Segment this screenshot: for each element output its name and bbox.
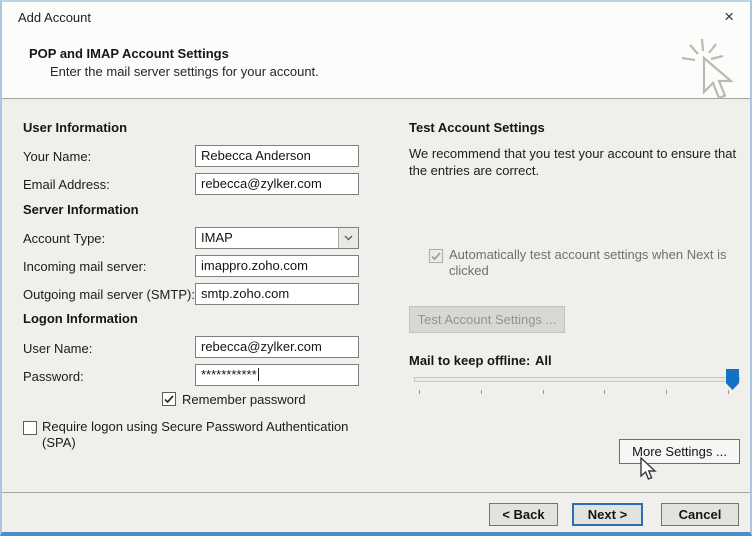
incoming-server-input[interactable]: imappro.zoho.com (195, 255, 359, 277)
click-cursor-icon (678, 38, 736, 104)
your-name-input[interactable]: Rebecca Anderson (195, 145, 359, 167)
mouse-cursor-icon (638, 457, 658, 483)
close-icon[interactable]: × (724, 7, 734, 27)
password-masked-value: *********** (201, 367, 257, 382)
text-caret (258, 368, 259, 381)
email-address-input[interactable]: rebecca@zylker.com (195, 173, 359, 195)
checkmark-icon (164, 395, 174, 404)
account-type-select[interactable]: IMAP (195, 227, 359, 249)
dropdown-button[interactable] (338, 228, 358, 248)
incoming-server-label: Incoming mail server: (23, 259, 147, 274)
password-label: Password: (23, 369, 84, 384)
title-bar: Add Account × (2, 2, 750, 32)
email-address-label: Email Address: (23, 177, 110, 192)
account-type-label: Account Type: (23, 231, 105, 246)
mail-offline-label: Mail to keep offline: (409, 353, 530, 368)
test-account-settings-button[interactable]: Test Account Settings ... (409, 306, 565, 333)
add-account-dialog: Add Account × POP and IMAP Account Setti… (0, 0, 752, 536)
cancel-button[interactable]: Cancel (661, 503, 739, 526)
slider-ticks (419, 390, 729, 394)
outgoing-server-label: Outgoing mail server (SMTP): (23, 287, 195, 302)
password-input[interactable]: *********** (195, 364, 359, 386)
remember-password-label: Remember password (182, 392, 306, 408)
auto-test-checkbox[interactable] (429, 249, 443, 263)
your-name-label: Your Name: (23, 149, 91, 164)
test-account-description: We recommend that you test your account … (409, 145, 749, 179)
back-button[interactable]: < Back (489, 503, 558, 526)
account-type-value: IMAP (201, 230, 233, 245)
window-title: Add Account (18, 10, 91, 25)
server-information-heading: Server Information (23, 202, 139, 217)
user-information-heading: User Information (23, 120, 127, 135)
page-title: POP and IMAP Account Settings (29, 46, 229, 61)
footer-divider (2, 492, 750, 493)
spa-checkbox[interactable] (23, 421, 37, 435)
test-account-settings-heading: Test Account Settings (409, 120, 545, 135)
next-button[interactable]: Next > (572, 503, 643, 526)
mail-offline-value: All (535, 353, 552, 368)
checkmark-icon (431, 252, 441, 261)
chevron-down-icon (344, 235, 353, 241)
auto-test-label: Automatically test account settings when… (449, 247, 731, 279)
outgoing-server-input[interactable]: smtp.zoho.com (195, 283, 359, 305)
spa-label: Require logon using Secure Password Auth… (42, 419, 364, 451)
offline-slider-thumb[interactable] (726, 369, 739, 390)
remember-password-checkbox[interactable] (162, 392, 176, 406)
logon-username-input[interactable]: rebecca@zylker.com (195, 336, 359, 358)
wizard-header: POP and IMAP Account Settings Enter the … (2, 32, 750, 99)
logon-information-heading: Logon Information (23, 311, 138, 326)
logon-username-label: User Name: (23, 341, 92, 356)
offline-slider-track[interactable] (414, 377, 740, 382)
form-body: User Information Your Name: Rebecca Ande… (2, 99, 750, 535)
page-subtitle: Enter the mail server settings for your … (50, 64, 319, 79)
